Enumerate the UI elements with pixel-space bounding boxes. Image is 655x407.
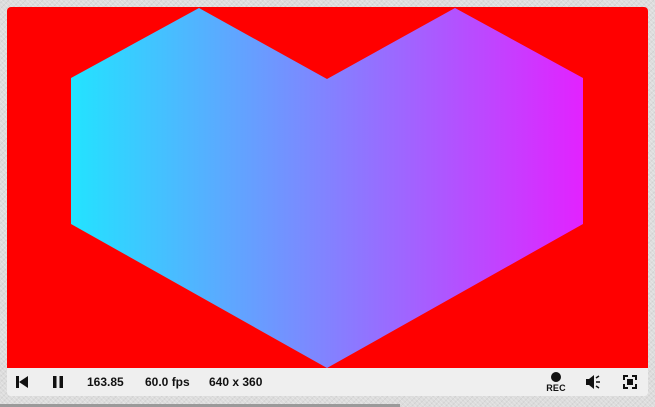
pause-icon[interactable]: [51, 375, 65, 389]
record-button[interactable]: REC: [543, 371, 569, 393]
video-player: 163.85 60.0 fps 640 x 360 REC: [7, 7, 648, 396]
canvas-svg: [7, 7, 648, 368]
record-dot-icon: [551, 371, 561, 382]
time-readout: 163.85: [87, 375, 124, 389]
fps-readout: 60.0 fps: [145, 375, 190, 389]
fullscreen-icon[interactable]: [623, 375, 637, 389]
resolution-readout[interactable]: 640 x 360: [209, 375, 262, 389]
player-controls: 163.85 60.0 fps 640 x 360 REC: [7, 368, 648, 396]
record-label: REC: [546, 382, 566, 393]
skip-to-start-icon[interactable]: [15, 375, 29, 389]
volume-icon[interactable]: [585, 373, 603, 391]
render-canvas[interactable]: [7, 7, 648, 368]
